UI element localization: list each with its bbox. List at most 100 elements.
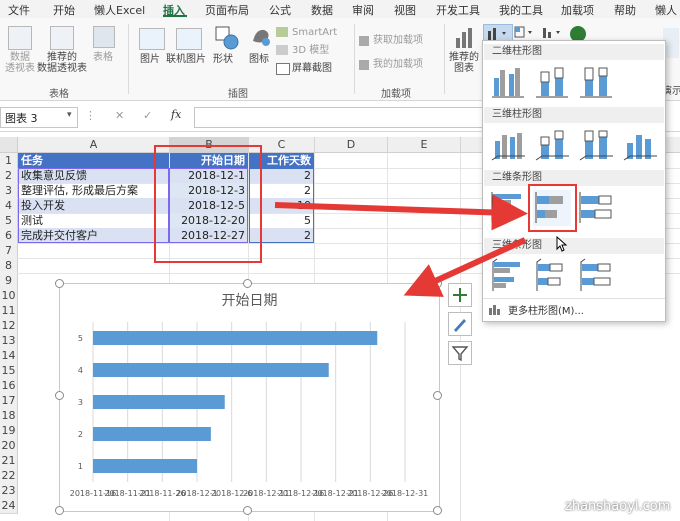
tab-page-layout[interactable]: 页面布局	[205, 2, 249, 18]
bar-2[interactable]	[93, 427, 211, 441]
screenshot-icon[interactable]	[276, 63, 290, 75]
3d-stacked-column-icon[interactable]	[533, 127, 571, 163]
row-header[interactable]: 1	[0, 153, 18, 169]
picture-label: 图片	[140, 54, 160, 65]
row-header[interactable]: 7	[0, 243, 18, 259]
3d-clustered-bar-icon[interactable]	[489, 258, 527, 294]
recommended-charts-icon[interactable]	[454, 26, 474, 50]
column-header-d[interactable]: D	[315, 137, 388, 153]
tab-data[interactable]: 数据	[311, 2, 333, 18]
select-all-corner[interactable]	[0, 137, 18, 153]
100-stacked-bar-icon[interactable]	[577, 190, 615, 226]
3d-100-stacked-column-icon[interactable]	[577, 127, 615, 163]
recommended-pivot-icon[interactable]	[50, 26, 74, 50]
picture-icon[interactable]	[139, 28, 165, 50]
resize-handle[interactable]	[55, 391, 64, 400]
row-header[interactable]: 14	[0, 348, 18, 364]
tab-home[interactable]: 开始	[53, 2, 75, 18]
tab-addins[interactable]: 加载项	[561, 2, 594, 18]
tab-lazy[interactable]: 懒人	[655, 2, 677, 18]
bar-chart[interactable]: 开始日期 2018-11-16 2018-11-21 2018-11-26 2018-…	[59, 283, 440, 512]
enter-icon[interactable]: ✓	[143, 109, 152, 122]
3d-clustered-column-icon[interactable]	[489, 127, 527, 163]
row-header[interactable]: 22	[0, 468, 18, 484]
row-header[interactable]: 3	[0, 183, 18, 199]
row-header[interactable]: 18	[0, 408, 18, 424]
stacked-column-icon[interactable]	[533, 64, 571, 100]
smartart-icon[interactable]	[276, 27, 288, 37]
column-chart-gallery[interactable]: 二维柱形图 三维柱形图 二维条形图 三维条形图 更多柱形图(M)...	[482, 40, 666, 322]
row-header[interactable]: 8	[0, 258, 18, 274]
bar-3[interactable]	[93, 395, 225, 409]
chart-elements-button[interactable]	[448, 283, 472, 307]
3d-100-stacked-bar-icon[interactable]	[577, 258, 615, 294]
tab-my-tools[interactable]: 我的工具	[499, 2, 543, 18]
3d-stacked-bar-icon[interactable]	[533, 258, 571, 294]
row-header[interactable]: 4	[0, 198, 18, 214]
row-header[interactable]: 16	[0, 378, 18, 394]
tab-lazy-excel[interactable]: 懒人Excel	[94, 2, 145, 18]
resize-handle[interactable]	[433, 391, 442, 400]
clustered-column-icon[interactable]	[489, 64, 527, 100]
bar-4[interactable]	[93, 363, 329, 377]
row-header[interactable]: 19	[0, 423, 18, 439]
y-tick-label: 3	[78, 398, 83, 407]
tab-file[interactable]: 文件	[8, 2, 30, 18]
online-picture-icon[interactable]	[176, 28, 202, 50]
resize-handle[interactable]	[433, 506, 442, 515]
ribbon-separator	[444, 24, 445, 94]
row-header[interactable]: 17	[0, 393, 18, 409]
name-box[interactable]: 图表 3 ▾	[0, 107, 78, 128]
ribbon-separator	[354, 24, 355, 94]
100-stacked-column-icon[interactable]	[577, 64, 615, 100]
table-icon[interactable]	[93, 26, 115, 48]
row-header[interactable]: 2	[0, 168, 18, 184]
3d-column-icon[interactable]	[621, 127, 659, 163]
row-header[interactable]: 10	[0, 288, 18, 304]
tab-help[interactable]: 帮助	[614, 2, 636, 18]
row-header[interactable]: 23	[0, 483, 18, 499]
my-addins-icon[interactable]	[359, 60, 369, 70]
tab-view[interactable]: 视图	[394, 2, 416, 18]
resize-handle[interactable]	[243, 506, 252, 515]
resize-handle[interactable]	[55, 279, 64, 288]
tab-developer[interactable]: 开发工具	[436, 2, 480, 18]
row-header[interactable]: 21	[0, 453, 18, 469]
tab-formulas[interactable]: 公式	[269, 2, 291, 18]
shapes-icon[interactable]	[215, 26, 239, 50]
chart-styles-button[interactable]	[448, 312, 472, 336]
get-addins-icon[interactable]	[359, 36, 369, 46]
row-header[interactable]: 6	[0, 228, 18, 244]
active-tab-indicator	[163, 15, 187, 17]
3d-model-icon[interactable]	[276, 45, 288, 55]
resize-handle[interactable]	[433, 279, 442, 288]
row-header[interactable]: 12	[0, 318, 18, 334]
name-box-value: 图表 3	[5, 112, 38, 125]
resize-handle[interactable]	[55, 506, 64, 515]
resize-handle[interactable]	[243, 279, 252, 288]
tables-group-label: 表格	[49, 89, 69, 100]
row-header[interactable]: 24	[0, 498, 18, 514]
cancel-icon[interactable]: ✕	[115, 109, 124, 122]
row-header[interactable]: 5	[0, 213, 18, 229]
tab-review[interactable]: 审阅	[352, 2, 374, 18]
ribbon-separator	[128, 24, 129, 94]
row-header[interactable]: 11	[0, 303, 18, 319]
more-column-charts-link[interactable]: 更多柱形图(M)...	[508, 302, 584, 317]
row-header[interactable]: 13	[0, 333, 18, 349]
icons-icon[interactable]	[250, 26, 272, 48]
column-header-e[interactable]: E	[388, 137, 461, 153]
formula-input[interactable]	[194, 107, 486, 128]
clustered-bar-icon[interactable]	[489, 190, 527, 226]
column-header-a[interactable]: A	[18, 137, 170, 153]
row-header[interactable]: 15	[0, 363, 18, 379]
bar-5[interactable]	[93, 331, 378, 345]
insert-function-icon[interactable]: fx	[171, 108, 181, 121]
row-header[interactable]: 20	[0, 438, 18, 454]
pivot-table-icon[interactable]	[8, 26, 32, 50]
chart-filters-button[interactable]	[448, 341, 472, 365]
row-header[interactable]: 9	[0, 273, 18, 289]
illustrations-group-label: 插图	[228, 89, 248, 100]
header-task[interactable]: 任务	[18, 153, 169, 168]
bar-1[interactable]	[93, 459, 197, 473]
